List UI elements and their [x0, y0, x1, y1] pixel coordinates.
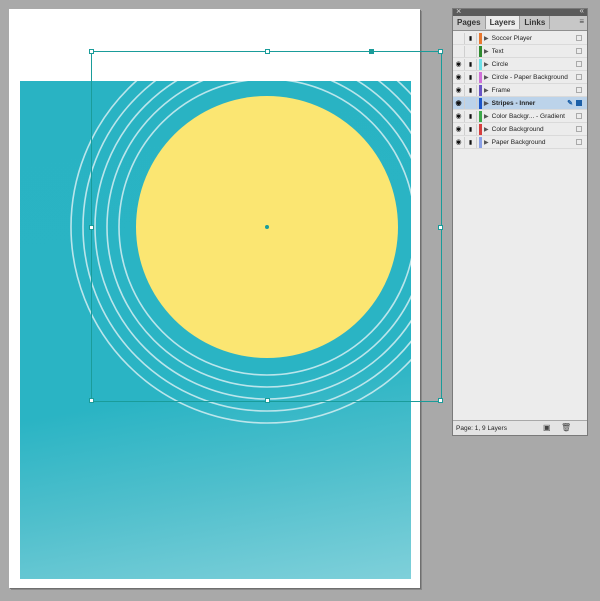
layer-color-swatch	[479, 110, 482, 122]
handle-top-right-solid[interactable]	[369, 49, 374, 54]
layer-row[interactable]: ▶ Text	[453, 45, 587, 58]
layer-name[interactable]: Paper Background	[492, 139, 576, 146]
layer-name[interactable]: Text	[492, 48, 576, 55]
layer-select-square[interactable]	[576, 87, 582, 93]
layer-select-square[interactable]	[576, 126, 582, 132]
handle-middle-right[interactable]	[438, 225, 443, 230]
eye-icon[interactable]	[453, 45, 465, 57]
lock-icon[interactable]: ▮	[465, 136, 477, 148]
selection-frame[interactable]	[89, 49, 443, 403]
eye-icon[interactable]: ◉	[453, 58, 465, 70]
lock-icon[interactable]: ▮	[465, 123, 477, 135]
layer-row[interactable]: ◉ ▮ ▶ Color Background	[453, 123, 587, 136]
lock-icon[interactable]	[465, 45, 477, 57]
layer-name[interactable]: Circle	[492, 61, 576, 68]
panel-status-bar: Page: 1, 9 Layers ▣ 🗑	[453, 420, 587, 435]
lock-icon[interactable]: ▮	[465, 110, 477, 122]
layer-row[interactable]: ▮ ▶ Soccer Player	[453, 32, 587, 45]
expand-triangle-icon[interactable]: ▶	[484, 61, 489, 68]
layer-name[interactable]: Frame	[492, 87, 576, 94]
layer-row[interactable]: ◉ ▮ ▶ Circle	[453, 58, 587, 71]
layer-name[interactable]: Color Backgr... - Gradient	[492, 113, 576, 120]
eye-icon[interactable]: ◉	[453, 110, 465, 122]
panel-menu-icon[interactable]: ≡	[579, 17, 584, 26]
layer-color-swatch	[479, 136, 482, 148]
layer-name[interactable]: Stripes - Inner	[492, 100, 568, 107]
tab-pages[interactable]: Pages	[453, 16, 486, 29]
expand-triangle-icon[interactable]: ▶	[484, 74, 489, 81]
layer-row[interactable]: ◉ ▮ ▶ Color Backgr... - Gradient	[453, 110, 587, 123]
trash-icon[interactable]: 🗑	[561, 423, 571, 432]
status-text: Page: 1, 9 Layers	[456, 424, 507, 432]
expand-triangle-icon[interactable]: ▶	[484, 113, 489, 120]
expand-triangle-icon[interactable]: ▶	[484, 48, 489, 55]
layer-row[interactable]: ◉ ▮ ▶ Circle - Paper Background	[453, 71, 587, 84]
panel-tabs: Pages Layers Links ≡	[453, 16, 587, 31]
layer-name[interactable]: Color Background	[492, 126, 576, 133]
layer-select-square[interactable]	[576, 139, 582, 145]
expand-triangle-icon[interactable]: ▶	[484, 126, 489, 133]
lock-icon[interactable]: ▮	[465, 58, 477, 70]
handle-top-middle[interactable]	[265, 49, 270, 54]
layer-name[interactable]: Soccer Player	[492, 35, 576, 42]
lock-icon[interactable]	[465, 97, 477, 109]
layer-select-square[interactable]	[576, 100, 582, 106]
eye-icon[interactable]: ◉	[453, 84, 465, 96]
layer-name[interactable]: Circle - Paper Background	[492, 74, 576, 81]
handle-bottom-left[interactable]	[89, 398, 94, 403]
collapse-icon[interactable]: «	[580, 6, 584, 15]
layer-select-square[interactable]	[576, 74, 582, 80]
layer-color-swatch	[479, 97, 482, 109]
layer-color-swatch	[479, 123, 482, 135]
handle-bottom-right[interactable]	[438, 398, 443, 403]
layer-color-swatch	[479, 71, 482, 83]
layer-color-swatch	[479, 58, 482, 70]
layer-list: ▮ ▶ Soccer Player ▶ Text ◉ ▮ ▶ Circle ◉ ▮ ▶ Circle -…	[453, 31, 587, 149]
layer-select-square[interactable]	[576, 48, 582, 54]
layer-select-square[interactable]	[576, 35, 582, 41]
handle-top-left[interactable]	[89, 49, 94, 54]
new-layer-icon[interactable]: ▣	[543, 423, 551, 432]
eye-icon[interactable]: ◉	[453, 123, 465, 135]
layer-color-swatch	[479, 45, 482, 57]
layer-row[interactable]: ◉ ▮ ▶ Frame	[453, 84, 587, 97]
eye-icon[interactable]: ◉	[453, 136, 465, 148]
layers-panel: × « Pages Layers Links ≡ ▮ ▶ Soccer Player…	[452, 6, 588, 436]
layer-color-swatch	[479, 84, 482, 96]
pen-icon: ✎	[567, 100, 573, 107]
handle-bottom-middle[interactable]	[265, 398, 270, 403]
tab-links[interactable]: Links	[520, 16, 551, 29]
handle-top-right[interactable]	[438, 49, 443, 54]
layer-select-square[interactable]	[576, 61, 582, 67]
close-icon[interactable]: ×	[456, 6, 461, 16]
handle-middle-left[interactable]	[89, 225, 94, 230]
layer-row[interactable]: ◉ ▮ ▶ Paper Background	[453, 136, 587, 149]
panel-titlebar[interactable]: × «	[453, 6, 587, 16]
eye-icon[interactable]: ◉	[453, 97, 465, 109]
lock-icon[interactable]: ▮	[465, 84, 477, 96]
tab-layers[interactable]: Layers	[485, 16, 521, 29]
expand-triangle-icon[interactable]: ▶	[484, 139, 489, 146]
expand-triangle-icon[interactable]: ▶	[484, 35, 489, 42]
layer-select-square[interactable]	[576, 113, 582, 119]
expand-triangle-icon[interactable]: ▶	[484, 100, 489, 107]
lock-icon[interactable]: ▮	[465, 71, 477, 83]
eye-icon[interactable]	[453, 32, 465, 44]
eye-icon[interactable]: ◉	[453, 71, 465, 83]
layer-color-swatch	[479, 32, 482, 44]
frame-center-point[interactable]	[265, 225, 269, 229]
expand-triangle-icon[interactable]: ▶	[484, 87, 489, 94]
lock-icon[interactable]: ▮	[465, 32, 477, 44]
layer-row[interactable]: ◉ ▶ Stripes - Inner ✎	[453, 97, 587, 110]
